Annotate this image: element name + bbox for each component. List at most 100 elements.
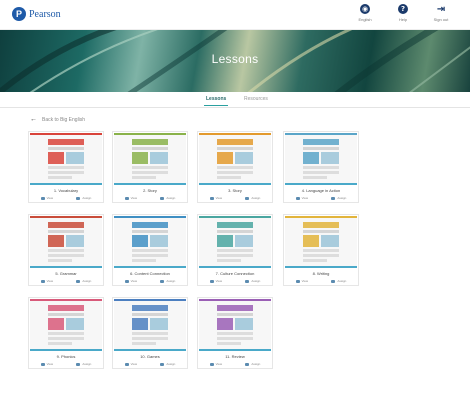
assign-button[interactable]: Assign <box>160 279 175 283</box>
lesson-card[interactable]: 4. Language in Action View Assign <box>283 131 359 203</box>
lesson-thumbnail[interactable] <box>199 299 271 351</box>
lesson-title: 4. Language in Action <box>301 188 341 193</box>
view-button[interactable]: View <box>124 279 138 283</box>
assign-icon <box>160 196 165 200</box>
back-link[interactable]: ← Back to Big English <box>30 116 85 123</box>
language-button[interactable]: ◉ English <box>354 4 376 22</box>
lesson-card[interactable]: 3. Story View Assign <box>197 131 273 203</box>
lesson-card[interactable]: 1. Vocabulary View Assign <box>28 131 104 203</box>
lesson-actions: View Assign <box>284 196 358 200</box>
lesson-title: 2. Story <box>143 188 157 193</box>
view-label: View <box>301 196 309 200</box>
sign-out-button[interactable]: ⇥ Sign out <box>430 4 452 23</box>
view-button[interactable]: View <box>124 362 137 366</box>
assign-icon <box>245 279 250 283</box>
view-label: View <box>215 279 223 283</box>
lesson-title: 11. Review <box>225 354 245 359</box>
pearson-logo[interactable]: P Pearson <box>12 7 61 21</box>
view-button[interactable]: View <box>40 362 54 366</box>
lesson-thumbnail[interactable] <box>30 299 102 351</box>
view-label: View <box>130 196 138 200</box>
assign-button[interactable]: Assign <box>331 196 346 200</box>
lesson-title: 9. Phonics <box>56 354 76 359</box>
assign-button[interactable]: Assign <box>76 362 91 366</box>
lesson-card[interactable]: 6. Content Connection View Assign <box>112 214 188 286</box>
lesson-thumbnail[interactable] <box>30 133 102 185</box>
lesson-card[interactable]: 7. Culture Connection View Assign <box>197 214 273 286</box>
lesson-thumbnail[interactable] <box>114 216 186 268</box>
lesson-title: 3. Story <box>228 188 242 193</box>
view-button[interactable]: View <box>209 362 223 366</box>
view-label: View <box>301 279 309 283</box>
view-button[interactable]: View <box>295 196 309 200</box>
view-button[interactable]: View <box>40 279 53 283</box>
arrow-left-icon: ← <box>30 116 37 123</box>
assign-icon <box>245 362 250 366</box>
lesson-thumbnail[interactable] <box>199 133 271 185</box>
view-button[interactable]: View <box>209 196 223 200</box>
assign-label: Assign <box>251 196 261 200</box>
assign-label: Assign <box>166 362 176 366</box>
assign-button[interactable]: Assign <box>245 196 260 200</box>
assign-button[interactable]: Assign <box>245 279 260 283</box>
lesson-thumbnail[interactable] <box>285 133 357 185</box>
view-label: View <box>130 279 138 283</box>
tab-resources[interactable]: Resources <box>244 96 268 102</box>
assign-icon <box>76 196 81 200</box>
lesson-title: 8. Writing <box>312 271 330 276</box>
assign-button[interactable]: Assign <box>76 196 91 200</box>
lesson-card[interactable]: 10. Games View Assign <box>112 297 188 369</box>
assign-button[interactable]: Assign <box>76 279 91 283</box>
view-button[interactable]: View <box>295 279 309 283</box>
assign-label: Assign <box>337 196 347 200</box>
lesson-actions: View Assign <box>29 362 103 366</box>
assign-button[interactable]: Assign <box>160 362 175 366</box>
lesson-title: 10. Games <box>140 354 160 359</box>
view-button[interactable]: View <box>209 279 223 283</box>
lesson-thumbnail[interactable] <box>285 216 357 268</box>
lesson-actions: View Assign <box>198 279 272 283</box>
eye-icon <box>209 196 214 200</box>
view-button[interactable]: View <box>40 196 54 200</box>
language-label: English <box>358 17 372 22</box>
lesson-card[interactable]: 5. Grammar View Assign <box>28 214 104 286</box>
assign-label: Assign <box>82 196 92 200</box>
assign-icon <box>160 279 165 283</box>
lesson-thumbnail[interactable] <box>114 299 186 351</box>
tab-lessons[interactable]: Lessons <box>203 96 229 106</box>
lesson-card[interactable]: 8. Writing View Assign <box>283 214 359 286</box>
view-button[interactable]: View <box>124 196 138 200</box>
help-button[interactable]: ? Help <box>392 4 414 22</box>
lesson-title: 7. Culture Connection <box>215 271 255 276</box>
lesson-thumbnail[interactable] <box>114 133 186 185</box>
lesson-card[interactable]: 2. Story View Assign <box>112 131 188 203</box>
assign-button[interactable]: Assign <box>160 196 175 200</box>
sign-out-label: Sign out <box>433 17 449 22</box>
globe-icon: ◉ <box>360 4 370 14</box>
assign-button[interactable]: Assign <box>331 279 346 283</box>
view-label: View <box>46 196 54 200</box>
eye-icon <box>295 279 300 283</box>
view-label: View <box>215 362 223 366</box>
eye-icon <box>124 362 129 366</box>
lesson-actions: View Assign <box>198 362 272 366</box>
lesson-thumbnail[interactable] <box>30 216 102 268</box>
assign-button[interactable]: Assign <box>245 362 260 366</box>
assign-icon <box>76 279 81 283</box>
view-label: View <box>46 362 54 366</box>
eye-icon <box>295 196 300 200</box>
hero-banner: Lessons <box>0 30 470 92</box>
help-icon: ? <box>398 4 408 14</box>
lesson-title: 1. Vocabulary <box>53 188 79 193</box>
eye-icon <box>40 362 45 366</box>
assign-icon <box>331 196 336 200</box>
lesson-actions: View Assign <box>113 279 187 283</box>
pearson-logo-icon: P <box>12 7 26 21</box>
lesson-thumbnail[interactable] <box>199 216 271 268</box>
view-label: View <box>215 196 223 200</box>
lesson-actions: View Assign <box>113 362 187 366</box>
lesson-card[interactable]: 9. Phonics View Assign <box>28 297 104 369</box>
tab-bar: Lessons Resources <box>0 92 470 108</box>
eye-icon <box>40 196 45 200</box>
lesson-card[interactable]: 11. Review View Assign <box>197 297 273 369</box>
